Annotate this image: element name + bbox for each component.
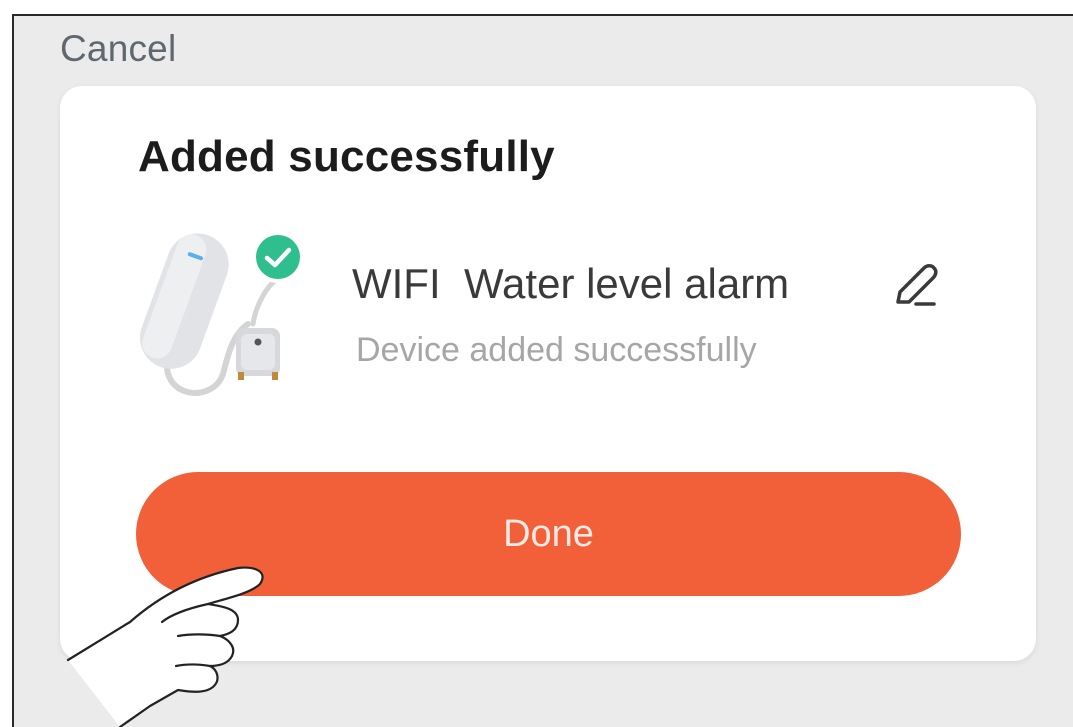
device-name: WIFI Water level alarm <box>352 260 790 307</box>
device-status: Device added successfully <box>356 331 757 369</box>
cancel-button[interactable]: Cancel <box>60 28 176 70</box>
pencil-icon[interactable] <box>888 258 942 312</box>
pointing-hand-icon <box>66 566 264 727</box>
check-circle-icon <box>252 231 304 283</box>
water-level-sensor-icon <box>139 231 304 396</box>
card-title: Added successfully <box>138 132 555 181</box>
